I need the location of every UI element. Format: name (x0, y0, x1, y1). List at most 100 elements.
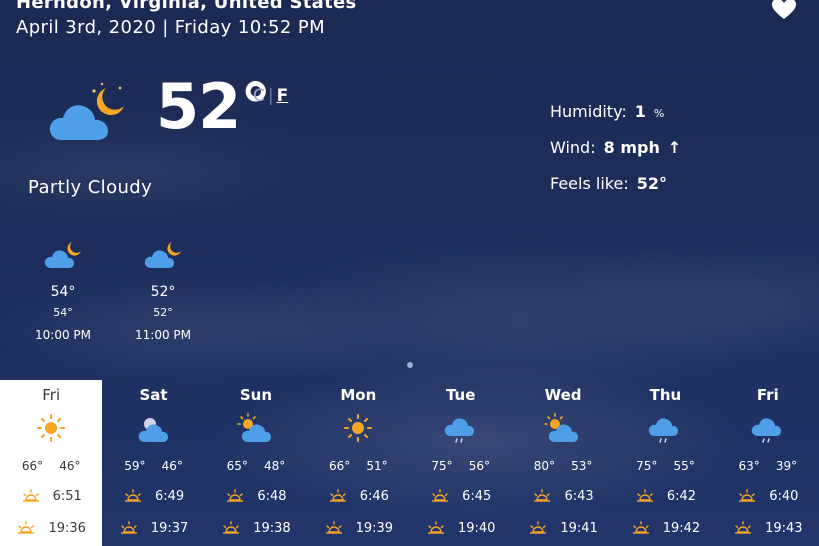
sunset-row: 19:43 (717, 520, 819, 536)
hourly-feels: 54° (53, 306, 73, 319)
heart-icon[interactable] (771, 0, 797, 20)
sunset-time: 19:36 (48, 520, 86, 536)
daily-forecast: Fri 66° 46° 6:51 19:36 Sat 59° 46° 6:49 … (0, 380, 819, 546)
current-condition: Partly Cloudy (28, 177, 153, 198)
sunset-time: 19:43 (765, 520, 803, 536)
day-name: Tue (445, 386, 476, 404)
wind-direction-icon: ↑ (667, 138, 682, 157)
low-temp: 39° (775, 459, 798, 473)
hourly-temp: 52° (150, 284, 176, 300)
day-name: Fri (42, 386, 61, 404)
rain-cloud-icon (751, 418, 781, 443)
cloud-moon-icon (44, 242, 81, 268)
sunrise-time: 6:49 (154, 488, 185, 504)
unit-celsius[interactable]: C (253, 86, 265, 106)
sunrise-time: 6:42 (666, 488, 697, 504)
humidity-unit: % (653, 107, 665, 120)
pagination-dot[interactable] (407, 362, 413, 368)
high-temp: 66° (329, 459, 351, 473)
high-temp: 75° (431, 459, 453, 473)
hourly-time: 10:00 PM (35, 328, 91, 342)
day-card-mon[interactable]: Mon 66° 51° 6:46 19:39 (307, 380, 409, 546)
feels-like-row: Feels like: 52° (550, 174, 681, 210)
sunrise-icon (534, 489, 551, 502)
day-temps: 63° 39° (717, 459, 819, 473)
sunrise-row: 6:51 (0, 488, 102, 504)
hourly-temp: 54° (50, 284, 76, 300)
unit-fahrenheit[interactable]: F (277, 86, 289, 106)
day-name: Fri (756, 386, 779, 404)
day-temps: 75° 56° (410, 459, 512, 473)
day-card-sat[interactable]: Sat 59° 46° 6:49 19:37 (102, 380, 204, 546)
day-card-fri-next[interactable]: Fri 63° 39° 6:40 19:43 (717, 380, 819, 546)
day-card-tue[interactable]: Tue 75° 56° 6:45 19:40 (410, 380, 512, 546)
sunrise-time: 6:48 (257, 488, 287, 504)
sunrise-icon (22, 489, 39, 502)
sun-cloud-icon (544, 413, 579, 442)
day-name: Wed (544, 386, 582, 404)
humidity-label: Humidity: (550, 102, 627, 121)
low-temp: 53° (571, 459, 593, 473)
sun-icon (344, 414, 373, 442)
low-temp: 46° (161, 459, 183, 473)
sunset-row: 19:38 (205, 520, 307, 536)
high-temp: 75° (636, 459, 658, 473)
sunset-row: 19:40 (410, 520, 512, 536)
day-card-sun[interactable]: Sun 65° 48° 6:48 19:38 (205, 380, 307, 546)
sunset-time: 19:41 (560, 520, 598, 536)
cloud-moon-icon (49, 82, 124, 140)
location-title: Herndon, Virginia, United States (16, 0, 357, 13)
wind-label: Wind: (550, 138, 596, 157)
low-temp: 48° (263, 459, 286, 473)
unit-separator: | (267, 86, 274, 106)
low-temp: 51° (366, 459, 388, 473)
sunset-time: 19:39 (355, 520, 394, 536)
day-temps: 66° 46° (0, 459, 102, 473)
day-card-fri[interactable]: Fri 66° 46° 6:51 19:36 (0, 380, 103, 546)
sunrise-icon (739, 489, 756, 502)
weather-details: Humidity: 1 % Wind: 8 mph ↑ Feels like: … (550, 102, 681, 210)
sunset-row: 19:36 (0, 520, 102, 536)
humidity-row: Humidity: 1 % (550, 102, 681, 138)
sun-icon (37, 414, 66, 442)
high-temp: 80° (533, 459, 556, 473)
day-card-thu[interactable]: Thu 75° 55° 6:42 19:42 (614, 380, 716, 546)
sunrise-time: 6:40 (769, 488, 799, 504)
day-name: Sun (239, 386, 273, 404)
feels-like-value: 52° (636, 174, 667, 193)
feels-like-label: Feels like: (550, 174, 629, 193)
wind-value: 8 mph (603, 138, 660, 157)
sunrise-row: 6:46 (307, 488, 409, 504)
sunrise-time: 6:45 (462, 488, 492, 504)
hourly-time: 11:00 PM (135, 328, 191, 342)
sunrise-icon (124, 489, 141, 502)
hourly-item: 52° 52° 11:00 PM (118, 238, 208, 342)
sunrise-row: 6:48 (205, 488, 307, 504)
day-temps: 75° 55° (614, 459, 716, 473)
high-temp: 66° (21, 459, 44, 473)
sunrise-time: 6:51 (52, 488, 82, 504)
high-temp: 65° (226, 459, 248, 473)
sunset-row: 19:41 (512, 520, 614, 536)
day-temps: 80° 53° (512, 459, 614, 473)
sunset-time: 19:42 (662, 520, 701, 536)
sunset-icon (427, 521, 444, 534)
unit-toggle: C | F (253, 86, 288, 106)
cloud-icon (138, 418, 168, 442)
sunset-time: 19:40 (457, 520, 496, 536)
day-name: Mon (340, 386, 377, 404)
sunrise-time: 6:46 (359, 488, 389, 504)
day-temps: 65° 48° (205, 459, 307, 473)
sunset-time: 19:37 (150, 520, 189, 536)
high-temp: 63° (738, 459, 760, 473)
wind-row: Wind: 8 mph ↑ (550, 138, 681, 174)
day-card-wed[interactable]: Wed 80° 53° 6:43 19:41 (512, 380, 614, 546)
sunrise-row: 6:40 (717, 488, 819, 504)
sunrise-row: 6:49 (102, 488, 204, 504)
rain-cloud-icon (649, 418, 679, 443)
sunrise-time: 6:43 (564, 488, 594, 504)
humidity-value: 1 (634, 102, 646, 121)
sunrise-row: 6:42 (614, 488, 716, 504)
cloud-moon-icon (144, 242, 181, 268)
sunrise-icon (227, 489, 244, 502)
